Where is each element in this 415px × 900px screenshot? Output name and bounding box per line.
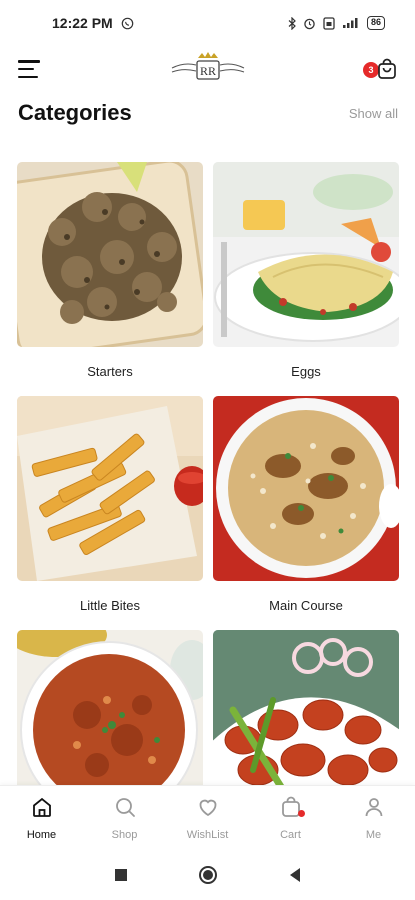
whatsapp-icon	[121, 17, 134, 30]
recents-button[interactable]	[114, 868, 128, 882]
home-icon	[31, 796, 53, 823]
show-all-link[interactable]: Show all	[349, 106, 398, 121]
back-button[interactable]	[288, 867, 302, 883]
category-label: Little Bites	[80, 598, 140, 613]
nav-shop-label: Shop	[111, 829, 138, 841]
menu-icon[interactable]	[18, 60, 40, 78]
category-card-eggs[interactable]: Eggs	[213, 162, 399, 396]
nav-me-label: Me	[365, 829, 382, 841]
system-navigation-bar	[0, 850, 415, 900]
category-image	[213, 162, 399, 347]
app-header: RR 3	[0, 46, 415, 94]
bag-icon	[280, 796, 302, 823]
section-title: Categories	[18, 100, 132, 125]
nav-home[interactable]: Home	[12, 796, 72, 841]
status-bar: 12:22 PM 86	[0, 0, 415, 46]
bottom-navigation: Home Shop WishList Cart Me	[0, 785, 415, 850]
nav-wishlist[interactable]: WishList	[178, 796, 238, 841]
category-image	[213, 396, 399, 581]
sim-card-icon	[323, 16, 335, 30]
shopping-bag-icon[interactable]	[377, 58, 397, 80]
category-image	[17, 162, 203, 347]
battery-indicator: 86	[366, 16, 385, 30]
user-icon	[363, 796, 385, 823]
category-label: Main Course	[269, 598, 343, 613]
category-label: Starters	[87, 364, 133, 379]
category-grid: Starters Eggs Little Bites Main Course	[17, 162, 399, 864]
categories-header: Categories Show all	[18, 100, 398, 126]
cart-notification-dot	[297, 810, 305, 817]
brand-logo: RR	[168, 50, 248, 86]
nav-home-label: Home	[26, 829, 57, 841]
search-icon	[114, 796, 136, 823]
nav-cart-label: Cart	[280, 829, 301, 841]
category-image	[17, 396, 203, 581]
nav-cart[interactable]: Cart	[261, 796, 321, 841]
status-time: 12:22 PM	[52, 15, 113, 31]
alarm-icon	[303, 17, 316, 30]
category-label: Eggs	[291, 364, 321, 379]
bluetooth-icon	[288, 16, 296, 30]
nav-shop[interactable]: Shop	[95, 796, 155, 841]
category-card-starters[interactable]: Starters	[17, 162, 203, 396]
home-system-button[interactable]	[198, 865, 218, 885]
nav-me[interactable]: Me	[344, 796, 404, 841]
category-card-main-course[interactable]: Main Course	[213, 396, 399, 630]
category-card-little-bites[interactable]: Little Bites	[17, 396, 203, 630]
logo-text: RR	[200, 64, 216, 78]
nav-wishlist-label: WishList	[186, 829, 229, 841]
signal-icon	[342, 17, 360, 29]
heart-icon	[197, 796, 219, 823]
